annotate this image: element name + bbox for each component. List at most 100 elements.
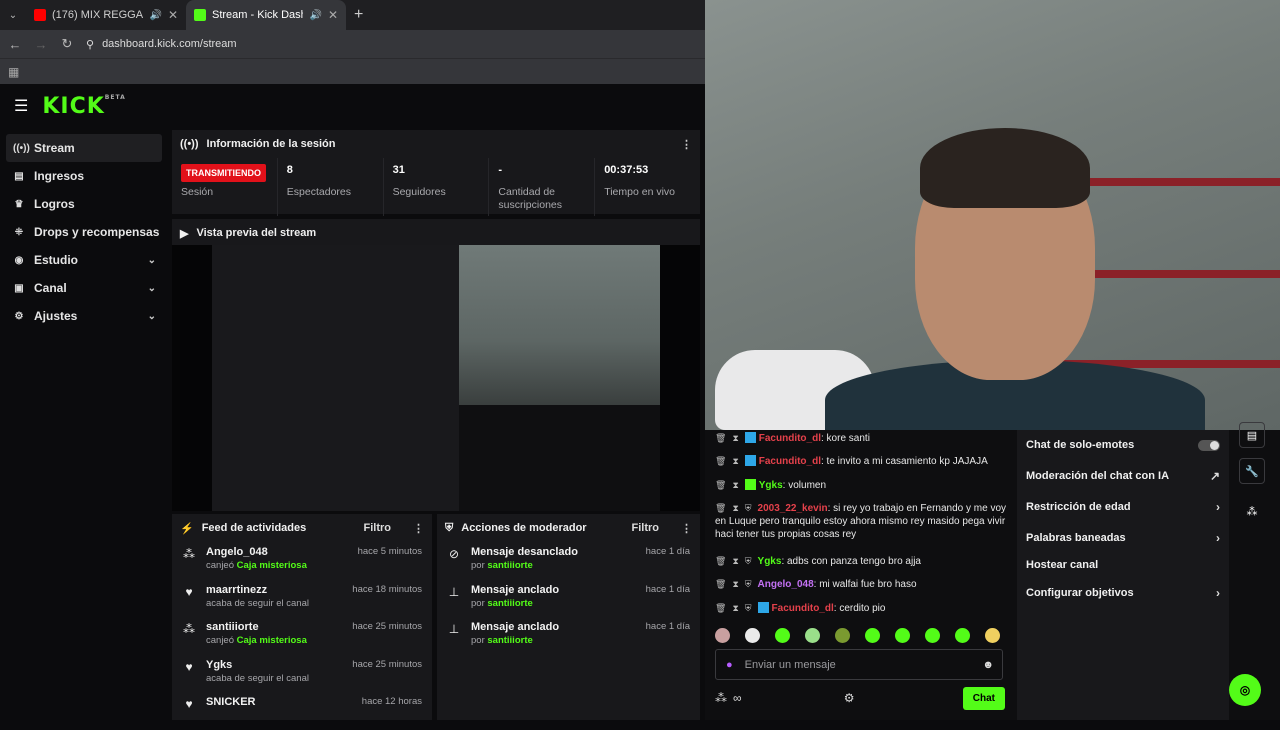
emote-icon[interactable] xyxy=(745,628,760,643)
feed-username: Ygks xyxy=(206,658,233,671)
url-field[interactable]: ⚲ dashboard.kick.com/stream xyxy=(86,38,237,51)
chat-username[interactable]: Facundito_dl xyxy=(772,603,834,614)
extensions-icon[interactable]: ⁂ xyxy=(1239,498,1265,524)
chat-input[interactable]: ● Enviar un mensaje ☻ xyxy=(715,649,1003,680)
shield-icon: ⛨ xyxy=(744,503,752,513)
tab-list-dropdown-icon[interactable]: ⌄ xyxy=(0,10,26,21)
delete-icon[interactable]: 🗑 xyxy=(715,480,726,490)
feed-username: maarrtinezz xyxy=(206,583,268,596)
emote-icon[interactable] xyxy=(775,628,790,643)
site-info-icon[interactable]: ⚲ xyxy=(86,38,94,51)
kick-logo[interactable]: KICKBETA xyxy=(42,94,125,119)
back-icon[interactable]: ← xyxy=(8,37,22,52)
sidebar-item-label: Ingresos xyxy=(34,169,85,183)
delete-icon[interactable]: 🗑 xyxy=(715,603,726,613)
age-restriction-row[interactable]: Restricción de edad › xyxy=(1017,492,1229,523)
bookmarks-bar: ▦ xyxy=(0,58,705,84)
reward-icon[interactable]: ⁂ xyxy=(715,691,727,705)
chat-send-button[interactable]: Chat xyxy=(962,686,1005,710)
infinity-icon[interactable]: ∞ xyxy=(733,691,742,705)
speaker-icon[interactable]: 🔊 xyxy=(309,10,321,21)
delete-icon[interactable]: 🗑 xyxy=(715,456,726,466)
feed-time: hace 5 minutos xyxy=(357,546,422,557)
reload-icon[interactable]: ↻ xyxy=(60,36,74,52)
banned-words-row[interactable]: Palabras baneadas › xyxy=(1017,522,1229,553)
filter-button[interactable]: Filtro xyxy=(364,522,392,534)
action-time: hace 1 día xyxy=(645,583,690,595)
emote-icon[interactable] xyxy=(895,628,910,643)
host-channel-row[interactable]: Hostear canal xyxy=(1017,553,1229,577)
chat-username[interactable]: Ygks xyxy=(759,480,783,491)
browser-tab-kick[interactable]: Stream - Kick Dashboard 🔊 ✕ xyxy=(186,0,346,30)
chat-text: : kore santi xyxy=(821,433,870,444)
chat-username[interactable]: Facundito_dl xyxy=(759,456,821,467)
emote-icon[interactable] xyxy=(985,628,1000,643)
sidebar-item-label: Logros xyxy=(34,197,75,211)
external-link-icon[interactable]: ↗ xyxy=(1210,469,1220,483)
emote-icon[interactable] xyxy=(925,628,940,643)
emote-icon[interactable] xyxy=(865,628,880,643)
timeout-icon[interactable]: ⧗ xyxy=(732,603,738,613)
chevron-down-icon: ⌄ xyxy=(147,310,156,322)
emote-icon[interactable] xyxy=(805,628,820,643)
timeout-icon[interactable]: ⧗ xyxy=(732,556,738,566)
more-options-icon[interactable]: ⋮ xyxy=(413,522,424,535)
timeout-icon[interactable]: ⧗ xyxy=(732,503,738,513)
emote-icon[interactable] xyxy=(715,628,730,643)
configure-goals-row[interactable]: Configurar objetivos › xyxy=(1017,577,1229,608)
emote-only-toggle[interactable] xyxy=(1198,439,1220,451)
new-tab-icon[interactable]: + xyxy=(346,6,371,24)
browser-tab-youtube[interactable]: (176) MIX REGGAETON 2024 🔊 ✕ xyxy=(26,0,186,30)
emote-icon[interactable] xyxy=(955,628,970,643)
mod-row-label: Configurar objetivos xyxy=(1026,586,1134,599)
settings-icon: ⚙ xyxy=(14,310,24,322)
delete-icon[interactable]: 🗑 xyxy=(715,433,726,443)
chat-footer: ⁂ ∞ ⚙ Chat xyxy=(715,686,1005,710)
sidebar-item-stream[interactable]: ((•)) Stream xyxy=(6,134,162,162)
close-tab-icon[interactable]: ✕ xyxy=(168,8,178,22)
sidebar-item-ajustes[interactable]: ⚙ Ajustes ⌄ xyxy=(6,302,162,330)
chat-username[interactable]: Facundito_dl xyxy=(759,433,821,444)
feed-reward: Caja misteriosa xyxy=(236,560,307,571)
apps-grid-icon[interactable]: ▦ xyxy=(8,65,19,79)
feed-time: hace 12 horas xyxy=(361,696,422,707)
support-icon[interactable]: ◎ xyxy=(1229,674,1261,706)
microphone-icon[interactable]: ● xyxy=(726,659,733,671)
layout-icon[interactable]: ▤ xyxy=(1239,422,1265,448)
chat-username[interactable]: Ygks xyxy=(758,556,782,567)
emote-only-row[interactable]: Chat de solo-emotes xyxy=(1017,430,1229,461)
speaker-icon[interactable]: 🔊 xyxy=(149,10,161,21)
panel-header: ▶ Vista previa del stream xyxy=(172,219,700,247)
heart-icon: ♥ xyxy=(185,659,193,674)
chat-username[interactable]: 2003_22_kevin xyxy=(758,503,828,514)
forward-icon[interactable]: → xyxy=(34,37,48,52)
delete-icon[interactable]: 🗑 xyxy=(715,579,726,589)
ai-moderation-row[interactable]: Moderación del chat con IA ↗ xyxy=(1017,461,1229,492)
delete-icon[interactable]: 🗑 xyxy=(715,503,726,513)
shield-icon: ⛨ xyxy=(744,579,752,589)
emote-icon[interactable] xyxy=(835,628,850,643)
timeout-icon[interactable]: ⧗ xyxy=(732,579,738,589)
stream-preview-video[interactable] xyxy=(172,245,700,511)
wrench-icon[interactable]: 🔧 xyxy=(1239,458,1265,484)
sidebar-item-estudio[interactable]: ◉ Estudio ⌄ xyxy=(6,246,162,274)
emoji-picker-icon[interactable]: ☻ xyxy=(982,659,994,671)
menu-icon[interactable]: ☰ xyxy=(14,96,28,116)
more-options-icon[interactable]: ⋮ xyxy=(681,522,692,535)
timeout-icon[interactable]: ⧗ xyxy=(732,456,738,466)
heart-icon: ♥ xyxy=(185,697,193,711)
sidebar-item-canal[interactable]: ▣ Canal ⌄ xyxy=(6,274,162,302)
delete-icon[interactable]: 🗑 xyxy=(715,556,726,566)
stat-value: 8 xyxy=(286,164,293,176)
action-moderator: santiiiorte xyxy=(487,597,533,609)
close-tab-icon[interactable]: ✕ xyxy=(328,8,338,22)
sidebar-item-drops[interactable]: ⁜ Drops y recompensas xyxy=(6,218,162,246)
chat-username[interactable]: Angelo_048 xyxy=(758,579,814,590)
chat-settings-icon[interactable]: ⚙ xyxy=(844,691,855,705)
sidebar-item-ingresos[interactable]: ▤ Ingresos xyxy=(6,162,162,190)
timeout-icon[interactable]: ⧗ xyxy=(732,433,738,443)
timeout-icon[interactable]: ⧗ xyxy=(732,480,738,490)
sidebar-item-logros[interactable]: ♛ Logros xyxy=(6,190,162,218)
filter-button[interactable]: Filtro xyxy=(632,522,660,534)
more-options-icon[interactable]: ⋮ xyxy=(681,138,692,151)
